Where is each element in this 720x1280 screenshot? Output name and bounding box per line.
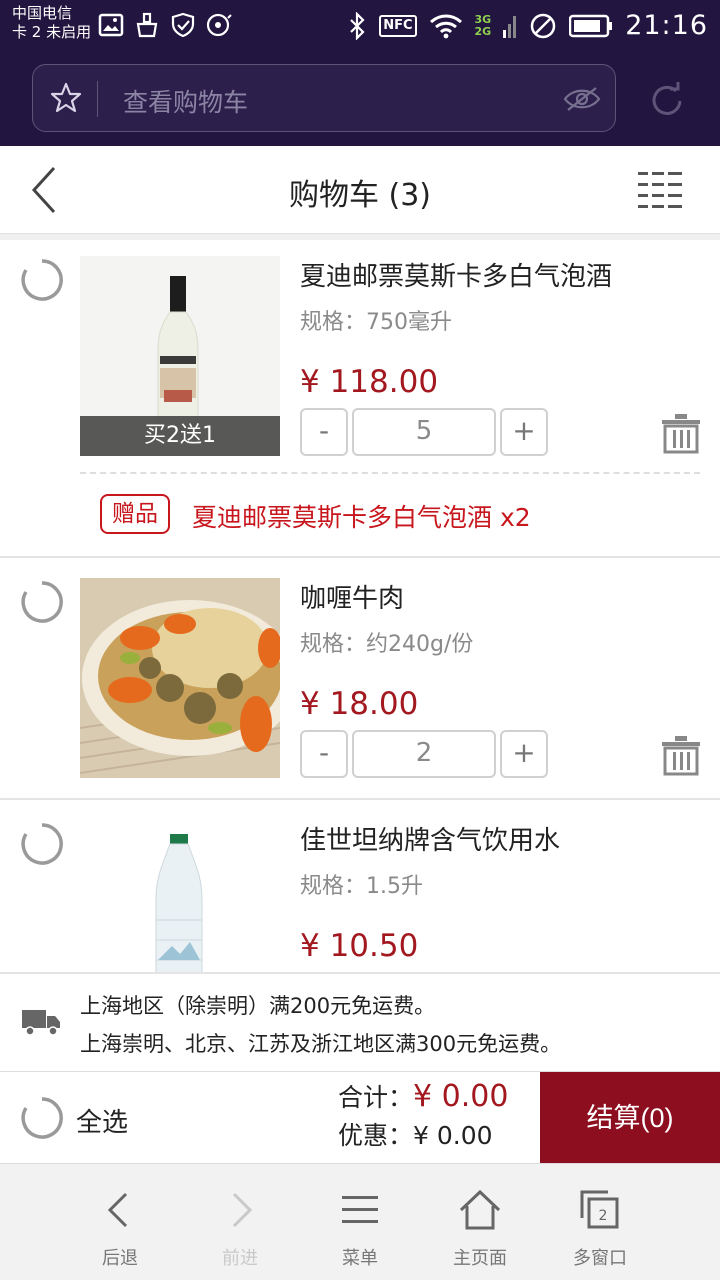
truck-icon <box>22 1010 60 1036</box>
status-bar: 中国电信 卡 2 未启用 NFC 3G 2G 21:16 <box>0 0 720 52</box>
cart-item: 买2送1 夏迪邮票莫斯卡多白气泡酒 规格：750毫升 ¥ 118.00 - 5 … <box>0 240 720 558</box>
product-spec: 规格：1.5升 <box>300 874 423 899</box>
total-row: 合计：¥ 0.00 <box>338 1078 508 1114</box>
select-all-label[interactable]: 全选 <box>76 1102 128 1139</box>
product-image[interactable]: 买2送1 <box>80 256 280 456</box>
window-count: 2 <box>599 1208 608 1224</box>
nav-menu[interactable]: 菜单 <box>300 1164 420 1280</box>
net-2g: 2G <box>474 24 492 38</box>
promo-tag: 买2送1 <box>80 416 280 456</box>
address-bar[interactable]: 查看购物车 <box>32 64 616 132</box>
discount-label: 优惠： <box>338 1121 414 1150</box>
menu-icon <box>342 1196 378 1223</box>
shipping-line-1: 上海地区（除崇明）满200元免运费。 <box>80 994 436 1018</box>
quantity-stepper: - 5 + <box>300 408 548 456</box>
nav-windows-label: 多窗口 <box>573 1248 627 1269</box>
nav-home-label: 主页面 <box>453 1248 507 1269</box>
item-select-checkbox[interactable] <box>20 580 64 624</box>
product-name[interactable]: 咖喱牛肉 <box>300 578 404 615</box>
product-price: ¥ 118.00 <box>300 364 439 400</box>
back-arrow-icon <box>107 1192 128 1228</box>
cart-item: 佳世坦纳牌含气饮用水 规格：1.5升 ¥ 10.50 <box>0 800 720 972</box>
windows-icon: 2 <box>580 1190 619 1229</box>
address-divider <box>97 81 98 117</box>
cart-item: 咖喱牛肉 规格：约240g/份 ¥ 18.00 - 2 + <box>0 558 720 800</box>
star-icon[interactable] <box>49 81 83 115</box>
nav-menu-label: 菜单 <box>342 1248 378 1269</box>
bluetooth-icon <box>350 11 365 40</box>
discount-value: ¥ 0.00 <box>413 1121 493 1150</box>
wifi-icon <box>429 14 462 38</box>
product-name[interactable]: 佳世坦纳牌含气饮用水 <box>300 820 560 857</box>
nav-home[interactable]: 主页面 <box>420 1164 540 1280</box>
carrier-info: 中国电信 卡 2 未启用 <box>12 4 91 42</box>
product-image[interactable] <box>80 578 280 778</box>
no-sim-icon <box>530 13 556 38</box>
browser-toolbar: 查看购物车 <box>0 52 720 146</box>
battery-icon <box>569 14 613 37</box>
trash-icon[interactable] <box>662 414 700 454</box>
total-label: 合计： <box>338 1083 414 1112</box>
curry-beef-image <box>80 578 280 778</box>
qty-increase-button[interactable]: + <box>500 408 548 456</box>
item-select-checkbox[interactable] <box>20 258 64 302</box>
forward-arrow-icon <box>232 1192 253 1228</box>
select-all-checkbox[interactable] <box>20 1096 64 1140</box>
checkout-button[interactable]: 结算(0) <box>540 1072 720 1164</box>
eye-icon[interactable] <box>563 85 601 113</box>
qty-decrease-button[interactable]: - <box>300 730 348 778</box>
nav-back[interactable]: 后退 <box>60 1164 180 1280</box>
gift-description: 夏迪邮票莫斯卡多白气泡酒 x2 <box>192 503 531 532</box>
signal-icon <box>503 15 517 38</box>
checkout-bar: 全选 合计：¥ 0.00 优惠：¥ 0.00 结算(0) <box>0 1071 720 1164</box>
nav-back-label: 后退 <box>102 1248 138 1269</box>
trash-icon[interactable] <box>662 736 700 776</box>
home-icon <box>459 1189 501 1230</box>
shipping-line-2: 上海崇明、北京、江苏及浙江地区满300元免运费。 <box>80 1032 562 1056</box>
network-type: 3G 2G <box>474 12 492 38</box>
address-text[interactable]: 查看购物车 <box>123 83 248 119</box>
qty-input[interactable]: 5 <box>352 408 496 456</box>
grid-menu-icon[interactable] <box>638 170 682 210</box>
gift-badge: 赠品 <box>100 494 170 534</box>
qty-decrease-button[interactable]: - <box>300 408 348 456</box>
product-spec: 规格：750毫升 <box>300 310 452 335</box>
product-price: ¥ 10.50 <box>300 928 419 964</box>
clock: 21:16 <box>625 10 708 41</box>
browser-bottom-nav: 后退 前进 菜单 主页面 2 多窗口 <box>0 1163 720 1280</box>
nav-windows[interactable]: 2 多窗口 <box>540 1164 660 1280</box>
shield-check-icon <box>171 12 195 38</box>
dashed-divider <box>80 472 700 474</box>
image-icon <box>98 13 124 37</box>
product-name[interactable]: 夏迪邮票莫斯卡多白气泡酒 <box>300 256 612 293</box>
net-3g: 3G <box>474 12 492 26</box>
item-select-checkbox[interactable] <box>20 822 64 866</box>
hdd-icon <box>206 13 232 37</box>
water-bottle-image <box>80 820 280 972</box>
qty-increase-button[interactable]: + <box>500 730 548 778</box>
nav-forward[interactable]: 前进 <box>180 1164 300 1280</box>
carrier-line1: 中国电信 <box>12 4 73 22</box>
nav-forward-label: 前进 <box>222 1248 258 1269</box>
reload-icon[interactable] <box>646 80 688 122</box>
quantity-stepper: - 2 + <box>300 730 548 778</box>
total-value: ¥ 0.00 <box>413 1079 509 1114</box>
shipping-notice: 上海地区（除崇明）满200元免运费。 上海崇明、北京、江苏及浙江地区满300元免… <box>0 972 720 1070</box>
nfc-icon: NFC <box>379 14 417 37</box>
cleaner-icon <box>136 12 158 38</box>
carrier-line2: 卡 2 未启用 <box>12 23 92 41</box>
product-image[interactable] <box>80 820 280 972</box>
page-header: 购物车 (3) <box>0 146 720 234</box>
product-price: ¥ 18.00 <box>300 686 419 722</box>
discount-row: 优惠：¥ 0.00 <box>338 1116 493 1152</box>
page-title: 购物车 (3) <box>288 178 432 213</box>
product-spec: 规格：约240g/份 <box>300 632 474 657</box>
qty-input[interactable]: 2 <box>352 730 496 778</box>
